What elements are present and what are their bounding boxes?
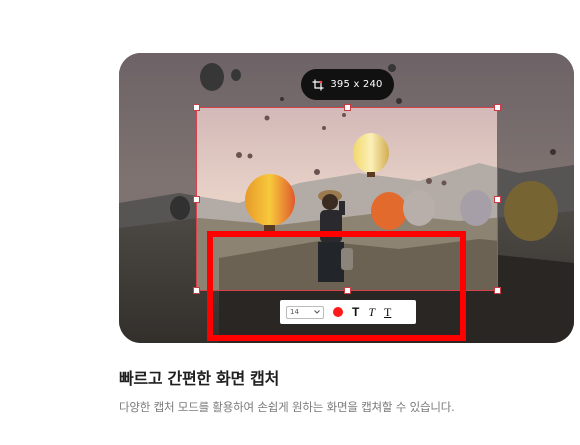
resize-handle-right[interactable] bbox=[494, 196, 501, 203]
resize-handle-left[interactable] bbox=[193, 196, 200, 203]
resize-handle-bottom-left[interactable] bbox=[193, 287, 200, 294]
crop-icon bbox=[312, 79, 324, 90]
italic-text-button[interactable]: T bbox=[368, 306, 375, 318]
red-highlight-rectangle[interactable] bbox=[207, 231, 466, 341]
font-size-select[interactable]: 14 bbox=[286, 305, 324, 319]
capture-size-indicator: 395 x 240 bbox=[301, 69, 394, 100]
capture-size-label: 395 x 240 bbox=[330, 79, 383, 90]
annotation-toolbar: 14 T T T bbox=[280, 300, 416, 324]
font-size-value: 14 bbox=[290, 308, 299, 316]
chevron-down-icon bbox=[314, 310, 320, 314]
resize-handle-top[interactable] bbox=[344, 104, 351, 111]
color-picker-button[interactable] bbox=[333, 307, 343, 317]
resize-handle-bottom-right[interactable] bbox=[494, 287, 501, 294]
feature-description: 다양한 캡처 모드를 활용하여 손쉽게 원하는 화면을 캡쳐할 수 있습니다. bbox=[119, 400, 455, 414]
screenshot-preview-card: 395 x 240 14 T T T bbox=[119, 53, 574, 343]
resize-handle-top-right[interactable] bbox=[494, 104, 501, 111]
resize-handle-top-left[interactable] bbox=[193, 104, 200, 111]
bold-text-button[interactable]: T bbox=[352, 306, 359, 318]
underline-text-button[interactable]: T bbox=[384, 306, 391, 318]
feature-heading: 빠르고 간편한 화면 캡처 bbox=[119, 369, 280, 388]
